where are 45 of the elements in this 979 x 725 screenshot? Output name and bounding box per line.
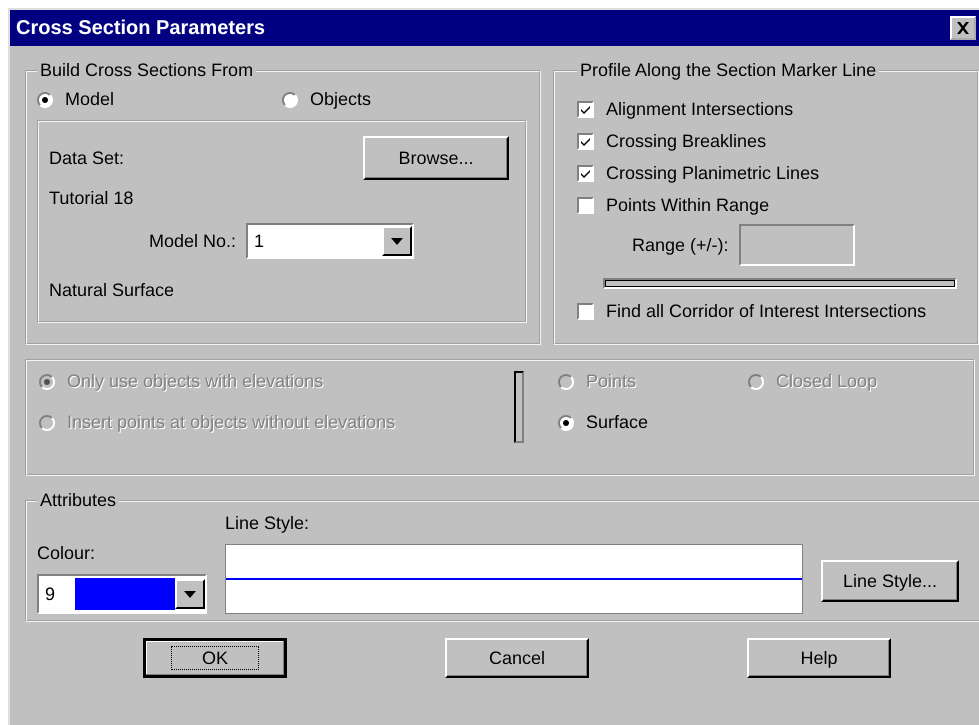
model-no-label: Model No.: xyxy=(149,230,236,252)
range-label: Range (+/-): xyxy=(632,234,729,256)
close-button[interactable] xyxy=(950,16,976,40)
checkbox-label: Alignment Intersections xyxy=(606,99,794,120)
checkbox-label: Crossing Breaklines xyxy=(606,131,766,152)
window-title: Cross Section Parameters xyxy=(16,16,266,40)
data-set-label: Data Set: xyxy=(49,148,124,168)
radio-label: Objects xyxy=(310,89,372,110)
check-icon xyxy=(580,104,591,114)
checkbox-label: Crossing Planimetric Lines xyxy=(606,163,820,184)
checkbox[interactable] xyxy=(577,133,594,150)
radio-button[interactable] xyxy=(282,92,298,108)
radio-button[interactable] xyxy=(558,414,574,430)
surface-name: Natural Surface xyxy=(49,280,176,301)
dialog-button[interactable]: OK xyxy=(143,638,287,678)
check-icon xyxy=(580,136,591,146)
browse-button[interactable]: Browse... xyxy=(363,136,509,180)
checkbox-label: Points Within Range xyxy=(606,195,770,216)
radio-label: Model xyxy=(65,89,114,110)
dialog-button[interactable]: Cancel xyxy=(445,638,589,678)
checkbox-label: Find all Corridor of Interest Intersections xyxy=(606,301,926,322)
checkbox[interactable] xyxy=(577,197,594,214)
radio-label: Only use objects with elevations xyxy=(67,371,324,392)
radio-button[interactable] xyxy=(37,92,53,108)
line-style-label: Line Style: xyxy=(225,513,310,534)
close-icon xyxy=(956,22,970,34)
model-no-dropdown[interactable]: 1 xyxy=(246,223,414,259)
separator-bar xyxy=(514,371,524,443)
checkbox[interactable] xyxy=(577,165,594,182)
group-title: Build Cross Sections From xyxy=(39,60,254,81)
group-title: Profile Along the Section Marker Line xyxy=(579,60,878,81)
radio-label: Closed Loop xyxy=(776,371,878,392)
data-set-value: Tutorial 18 xyxy=(49,188,134,209)
check-icon xyxy=(580,168,591,178)
checkbox[interactable] xyxy=(577,101,594,118)
line-style-button[interactable]: Line Style... xyxy=(821,560,959,602)
colour-dropdown[interactable]: 9 xyxy=(37,574,207,614)
radio-label: Surface xyxy=(586,412,648,433)
group-title: Attributes xyxy=(39,490,118,511)
radio-label: Points xyxy=(586,371,636,392)
dialog-button[interactable]: Help xyxy=(747,638,891,678)
colour-label: Colour: xyxy=(37,543,96,564)
checkbox[interactable] xyxy=(577,303,594,320)
radio-label: Insert points at objects without elevations xyxy=(67,412,396,433)
range-field[interactable] xyxy=(738,224,855,266)
